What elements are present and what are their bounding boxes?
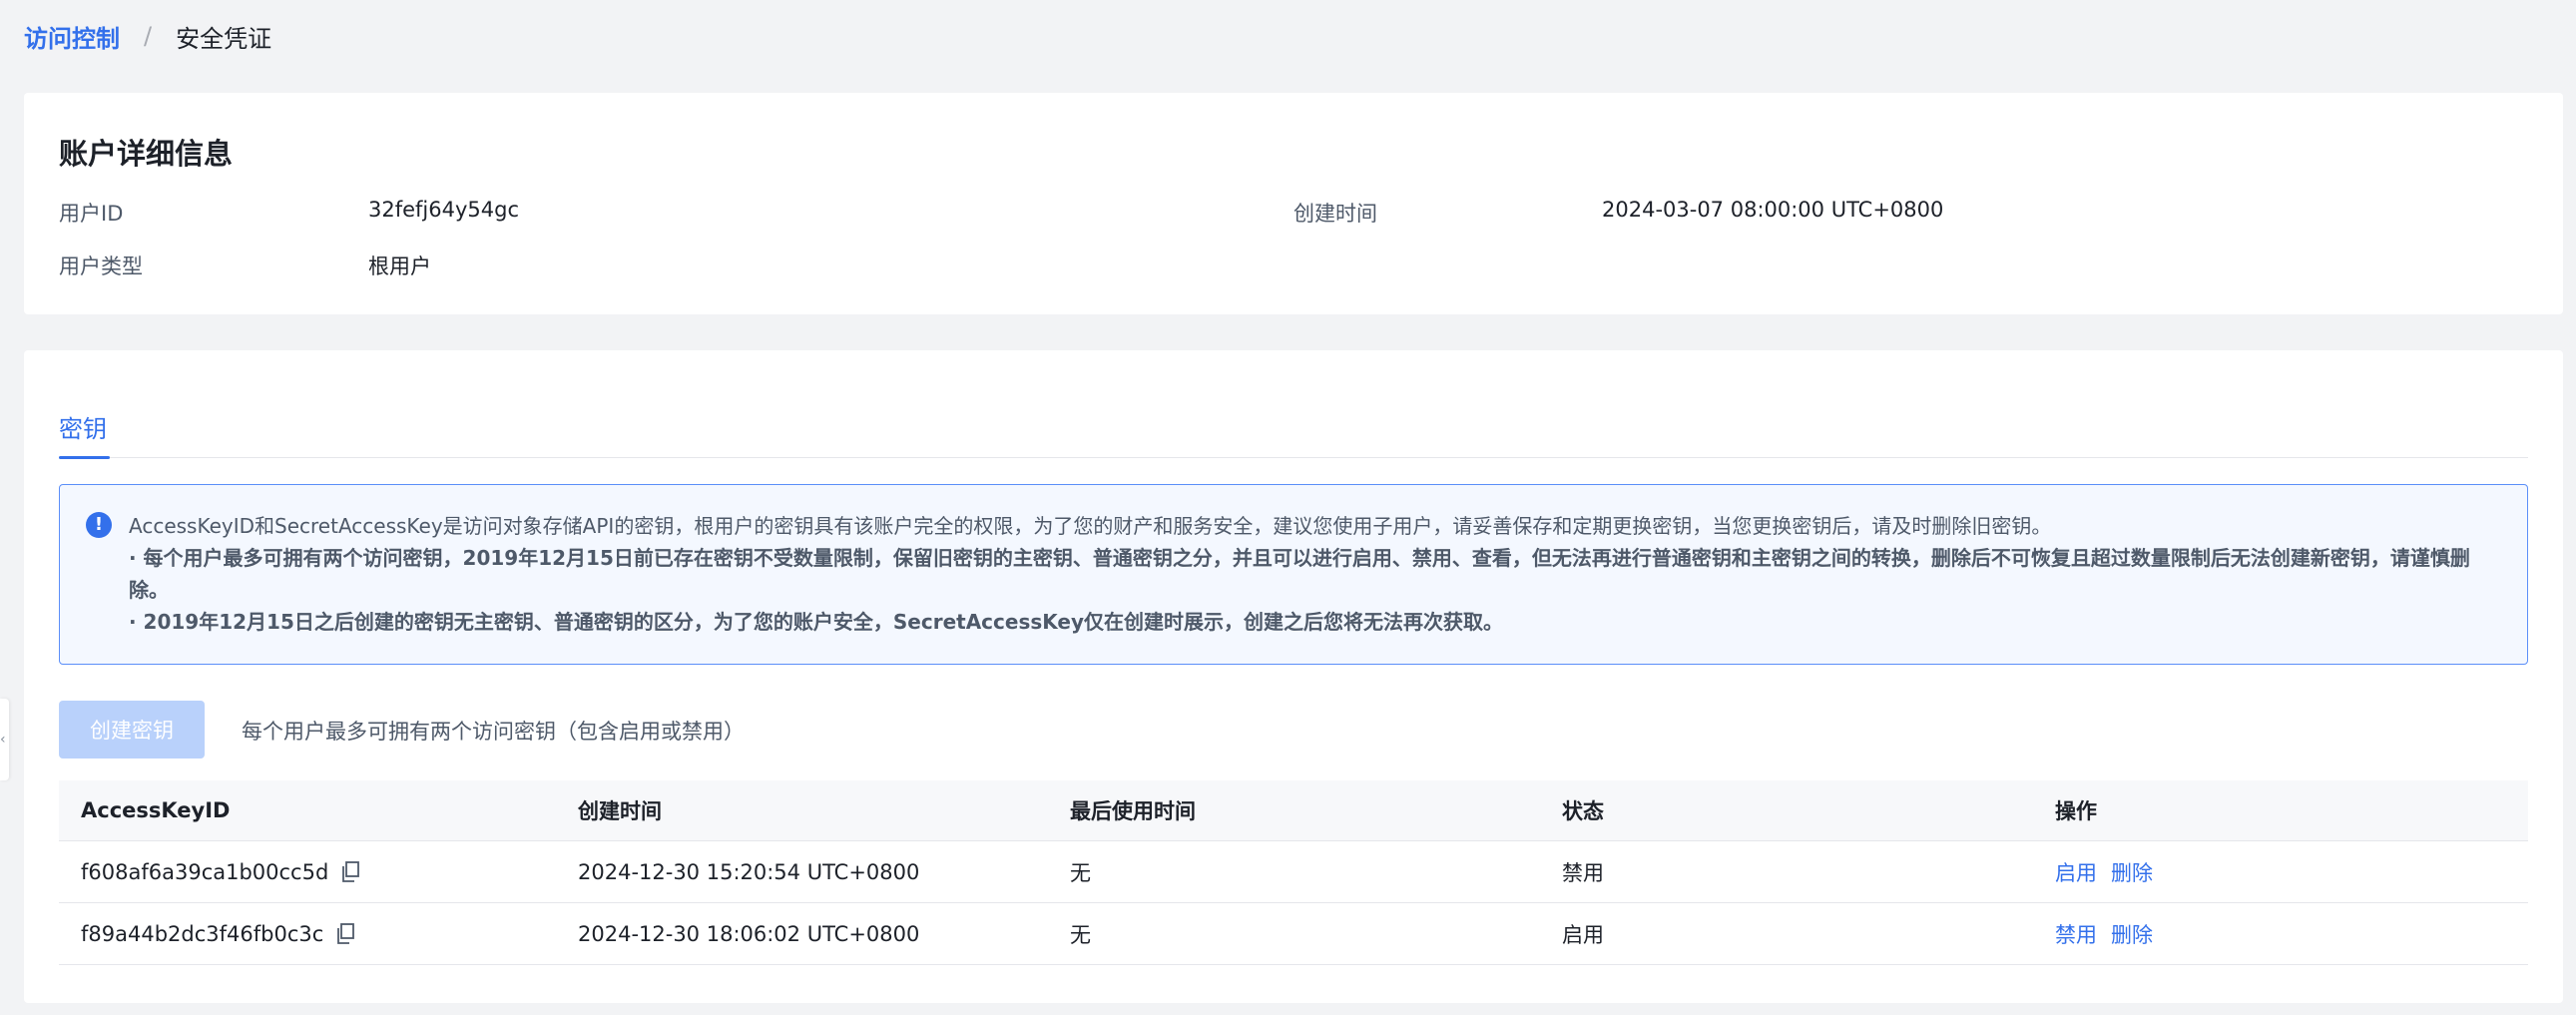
tab-keys-label: 密钥 <box>59 415 107 443</box>
access-key-id-cell: f89a44b2dc3f46fb0c3c <box>81 903 355 964</box>
breadcrumb-parent-link[interactable]: 访问控制 <box>24 19 120 54</box>
created-time-value: 2024-03-07 08:00:00 UTC+0800 <box>1602 198 1944 222</box>
info-alert: ! AccessKeyID和SecretAccessKey是访问对象存储API的… <box>59 484 2528 665</box>
header-status: 状态 <box>1562 799 1604 823</box>
actions-cell: 启用 删除 <box>2055 841 2167 902</box>
account-details-card: 账户详细信息 用户ID 32fefj64y54gc 创建时间 2024-03-0… <box>24 93 2563 314</box>
copy-icon[interactable] <box>335 922 355 945</box>
created-time-cell: 2024-12-30 18:06:02 UTC+0800 <box>578 921 920 946</box>
account-details-title: 账户详细信息 <box>59 137 234 171</box>
alert-text: AccessKeyID和SecretAccessKey是访问对象存储API的密钥… <box>129 510 2504 638</box>
tab-active-indicator <box>59 456 110 459</box>
user-type-value: 根用户 <box>368 254 431 278</box>
created-time-label: 创建时间 <box>1293 202 1377 226</box>
table-row: f608af6a39ca1b00cc5d 2024-12-30 15:20:54… <box>59 841 2528 903</box>
access-key-id: f608af6a39ca1b00cc5d <box>81 859 329 884</box>
alert-line-1: AccessKeyID和SecretAccessKey是访问对象存储API的密钥… <box>129 514 2052 538</box>
alert-line-3: · 2019年12月15日之后创建的密钥无主密钥、普通密钥的区分，为了您的账户安… <box>129 610 1504 634</box>
tab-bar: 密钥 <box>59 350 2528 459</box>
header-created: 创建时间 <box>578 799 662 823</box>
breadcrumb-current: 安全凭证 <box>176 24 272 53</box>
disable-key-link[interactable]: 禁用 <box>2055 919 2097 949</box>
last-used-cell: 无 <box>1070 922 1091 947</box>
alert-line-2: · 每个用户最多可拥有两个访问密钥，2019年12月15日前已存在密钥不受数量限… <box>129 546 2470 602</box>
access-keys-table: AccessKeyID 创建时间 最后使用时间 状态 操作 f608af6a39… <box>59 780 2528 965</box>
page: 访问控制 / 安全凭证 账户详细信息 用户ID 32fefj64y54gc 创建… <box>0 0 2576 1015</box>
last-used-cell: 无 <box>1070 860 1091 885</box>
access-keys-card: 密钥 ! AccessKeyID和SecretAccessKey是访问对象存储A… <box>24 350 2563 1003</box>
copy-icon[interactable] <box>340 860 360 883</box>
header-last-used: 最后使用时间 <box>1070 799 1196 823</box>
user-type-label: 用户类型 <box>59 254 143 278</box>
access-key-id-cell: f608af6a39ca1b00cc5d <box>81 841 360 902</box>
sidebar-expand-handle[interactable]: ‹ <box>0 699 9 780</box>
delete-key-link[interactable]: 删除 <box>2111 857 2153 887</box>
key-limit-hint: 每个用户最多可拥有两个访问密钥（包含启用或禁用） <box>242 720 745 744</box>
table-row: f89a44b2dc3f46fb0c3c 2024-12-30 18:06:02… <box>59 903 2528 965</box>
delete-key-link[interactable]: 删除 <box>2111 919 2153 949</box>
breadcrumb: 访问控制 / 安全凭证 <box>24 18 271 54</box>
header-actions: 操作 <box>2055 799 2097 823</box>
table-header: AccessKeyID 创建时间 最后使用时间 状态 操作 <box>59 780 2528 841</box>
info-icon: ! <box>86 512 112 538</box>
status-cell: 启用 <box>1562 922 1604 947</box>
actions-cell: 禁用 删除 <box>2055 903 2167 964</box>
header-accesskeyid: AccessKeyID <box>81 798 231 822</box>
enable-key-link[interactable]: 启用 <box>2055 857 2097 887</box>
chevron-icon: ‹ <box>0 732 6 748</box>
user-id-label: 用户ID <box>59 202 124 226</box>
user-id-value: 32fefj64y54gc <box>368 198 520 222</box>
tab-keys[interactable]: 密钥 <box>59 350 110 459</box>
created-time-cell: 2024-12-30 15:20:54 UTC+0800 <box>578 859 920 884</box>
access-key-id: f89a44b2dc3f46fb0c3c <box>81 921 324 946</box>
create-key-button[interactable]: 创建密钥 <box>59 701 205 759</box>
status-cell: 禁用 <box>1562 860 1604 885</box>
breadcrumb-separator: / <box>144 22 153 50</box>
